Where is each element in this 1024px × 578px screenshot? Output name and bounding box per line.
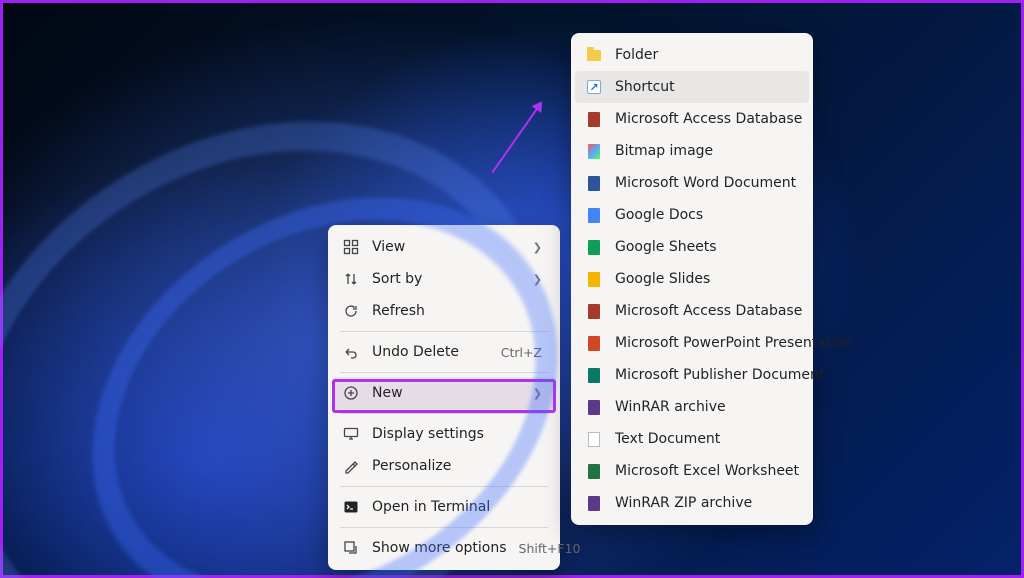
menu-separator [340, 527, 548, 528]
menu-label: WinRAR archive [615, 399, 795, 415]
new-icon [342, 384, 360, 402]
bitmap-icon [585, 142, 603, 160]
menu-label: View [372, 239, 521, 255]
menu-label: Folder [615, 47, 795, 63]
menu-label: Bitmap image [615, 143, 795, 159]
menu-label: Personalize [372, 458, 542, 474]
submenu-item-google-sheets[interactable]: Google Sheets [575, 231, 809, 263]
menu-item-personalize[interactable]: Personalize [332, 450, 556, 482]
menu-label: Microsoft Access Database [615, 111, 802, 127]
ppt-icon [585, 334, 603, 352]
menu-label: Sort by [372, 271, 521, 287]
menu-label: Display settings [372, 426, 542, 442]
submenu-item-google-docs[interactable]: Google Docs [575, 199, 809, 231]
menu-label: Shortcut [615, 79, 795, 95]
submenu-item-shortcut[interactable]: ↗ Shortcut [575, 71, 809, 103]
desktop-wallpaper: View ❯ Sort by ❯ Refresh Undo Delete Ctr… [3, 3, 1021, 575]
submenu-item-winrar[interactable]: WinRAR archive [575, 391, 809, 423]
excel-icon [585, 462, 603, 480]
desktop-context-menu: View ❯ Sort by ❯ Refresh Undo Delete Ctr… [328, 225, 560, 570]
menu-label: Microsoft Excel Worksheet [615, 463, 799, 479]
menu-label: Open in Terminal [372, 499, 542, 515]
new-submenu: Folder ↗ Shortcut Microsoft Access Datab… [571, 33, 813, 525]
menu-separator [340, 486, 548, 487]
menu-label: Text Document [615, 431, 795, 447]
menu-item-display-settings[interactable]: Display settings [332, 418, 556, 450]
menu-label: Microsoft Access Database [615, 303, 802, 319]
menu-item-sort-by[interactable]: Sort by ❯ [332, 263, 556, 295]
menu-label: Google Slides [615, 271, 795, 287]
menu-label: Undo Delete [372, 344, 489, 360]
submenu-item-access-2[interactable]: Microsoft Access Database [575, 295, 809, 327]
publisher-icon [585, 366, 603, 384]
terminal-icon [342, 498, 360, 516]
rar-icon [585, 398, 603, 416]
submenu-item-bitmap[interactable]: Bitmap image [575, 135, 809, 167]
access-icon [585, 302, 603, 320]
chevron-right-icon: ❯ [533, 387, 542, 400]
menu-separator [340, 331, 548, 332]
more-icon [342, 539, 360, 557]
menu-item-refresh[interactable]: Refresh [332, 295, 556, 327]
gslide-icon [585, 270, 603, 288]
menu-item-undo-delete[interactable]: Undo Delete Ctrl+Z [332, 336, 556, 368]
menu-item-view[interactable]: View ❯ [332, 231, 556, 263]
shortcut-icon: ↗ [585, 78, 603, 96]
word-icon [585, 174, 603, 192]
menu-item-open-terminal[interactable]: Open in Terminal [332, 491, 556, 523]
txt-icon [585, 430, 603, 448]
gsheet-icon [585, 238, 603, 256]
menu-label: Microsoft Word Document [615, 175, 796, 191]
menu-item-show-more-options[interactable]: Show more options Shift+F10 [332, 532, 556, 564]
submenu-item-excel[interactable]: Microsoft Excel Worksheet [575, 455, 809, 487]
display-icon [342, 425, 360, 443]
menu-label: Microsoft Publisher Document [615, 367, 824, 383]
submenu-item-folder[interactable]: Folder [575, 39, 809, 71]
menu-shortcut: Ctrl+Z [501, 345, 542, 360]
undo-icon [342, 343, 360, 361]
menu-shortcut: Shift+F10 [519, 541, 581, 556]
gdoc-icon [585, 206, 603, 224]
submenu-item-access[interactable]: Microsoft Access Database [575, 103, 809, 135]
menu-label: New [372, 385, 521, 401]
menu-label: Show more options [372, 540, 507, 556]
submenu-item-text[interactable]: Text Document [575, 423, 809, 455]
submenu-item-publisher[interactable]: Microsoft Publisher Document [575, 359, 809, 391]
menu-item-new[interactable]: New ❯ [332, 377, 556, 409]
menu-label: Refresh [372, 303, 542, 319]
folder-icon [585, 46, 603, 64]
rar-icon [585, 494, 603, 512]
annotation-arrow [491, 102, 541, 173]
menu-label: Google Sheets [615, 239, 795, 255]
access-icon [585, 110, 603, 128]
menu-label: Microsoft PowerPoint Presentation [615, 335, 853, 351]
submenu-item-winrar-zip[interactable]: WinRAR ZIP archive [575, 487, 809, 519]
sort-icon [342, 270, 360, 288]
view-icon [342, 238, 360, 256]
personalize-icon [342, 457, 360, 475]
menu-label: WinRAR ZIP archive [615, 495, 795, 511]
chevron-right-icon: ❯ [533, 273, 542, 286]
chevron-right-icon: ❯ [533, 241, 542, 254]
menu-separator [340, 372, 548, 373]
refresh-icon [342, 302, 360, 320]
submenu-item-powerpoint[interactable]: Microsoft PowerPoint Presentation [575, 327, 809, 359]
submenu-item-word[interactable]: Microsoft Word Document [575, 167, 809, 199]
menu-label: Google Docs [615, 207, 795, 223]
menu-separator [340, 413, 548, 414]
submenu-item-google-slides[interactable]: Google Slides [575, 263, 809, 295]
annotation-highlight-new [332, 379, 556, 413]
